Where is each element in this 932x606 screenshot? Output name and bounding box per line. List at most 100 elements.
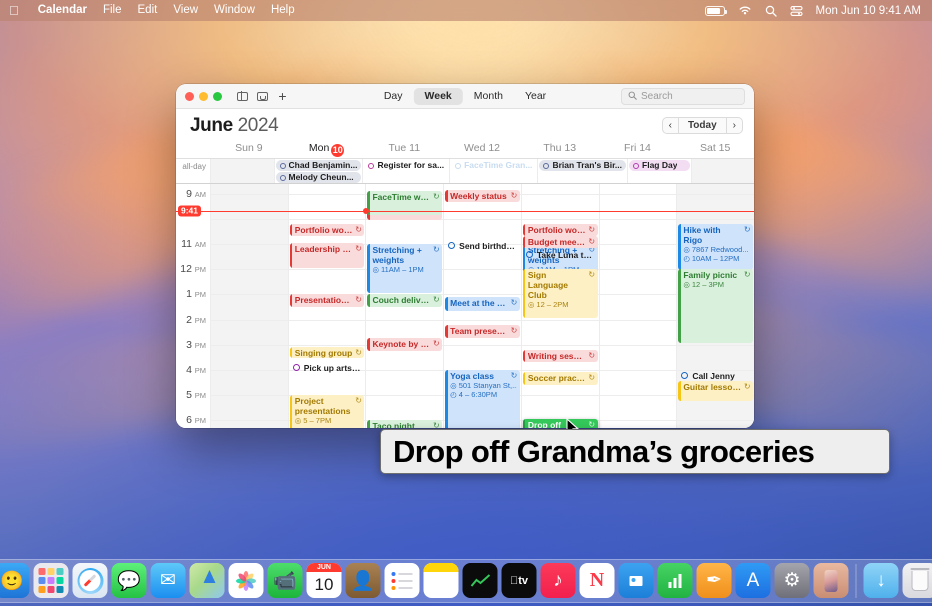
calendar-event[interactable]: Meet at the res... ↻	[445, 296, 520, 311]
calendar-event[interactable]: Hike with Rigo ◎ 7867 Redwood... ◴ 10AM – 12…	[678, 223, 754, 271]
calendar-event[interactable]: Portfolio work... ↻	[289, 223, 365, 237]
add-event-button[interactable]: +	[274, 89, 291, 104]
dock-item-maps[interactable]	[189, 563, 225, 598]
menu-item-edit[interactable]: Edit	[130, 0, 166, 21]
menu-bar-clock[interactable]: Mon Jun 10 9:41 AM	[816, 5, 921, 17]
dock-item-iphone-mirroring[interactable]	[813, 563, 849, 598]
tab-week[interactable]: Week	[413, 87, 463, 105]
day-column-2[interactable]: Meet for coffee↻Artist worksho...↻FaceTi…	[365, 184, 444, 428]
all-day-event[interactable]: Register for sa...	[364, 160, 449, 171]
all-day-event[interactable]: Melody Cheun...	[275, 172, 362, 183]
dock-item-notes[interactable]	[423, 563, 459, 598]
dock-item-safari[interactable]	[72, 563, 108, 598]
reminder-circle-icon[interactable]	[448, 242, 456, 250]
calendar-event[interactable]: Singing group ↻	[289, 347, 365, 359]
dock-item-app-store[interactable]: A	[735, 563, 771, 598]
dock-item-photos[interactable]	[228, 563, 264, 598]
calendar-event[interactable]: Stretching + weights◎11AM – 1PM ↻	[367, 243, 443, 293]
reminder-circle-icon[interactable]	[292, 364, 300, 372]
calendar-event[interactable]: Keynote by Ja... ↻	[367, 338, 443, 351]
reminder-circle-icon[interactable]	[681, 372, 689, 380]
next-week-button[interactable]: ›	[727, 118, 742, 133]
dock-item-stocks[interactable]	[462, 563, 498, 598]
calendar-event[interactable]: Soccer practice ↻	[522, 372, 598, 385]
calendar-event[interactable]: Call Jenny	[678, 370, 753, 381]
all-day-event[interactable]: FaceTime Gran...	[451, 160, 537, 171]
calendar-event[interactable]: Sign Language Club ◎ 12 – 2PM ↻	[522, 269, 598, 319]
dock-item-contacts[interactable]: 👤	[345, 563, 381, 598]
sidebar-toggle-icon[interactable]	[234, 89, 251, 104]
all-day-cell-1[interactable]: Chad Benjamin... Melody Cheun...	[273, 159, 363, 183]
dock-item-system-settings[interactable]: ⚙	[774, 563, 810, 598]
menu-item-calendar[interactable]: Calendar	[30, 0, 95, 21]
week-grid[interactable]: 9 AM11 AM12 PM1 PM2 PM3 PM4 PM5 PM6 PM7 …	[176, 184, 754, 428]
apple-logo-icon[interactable]: 	[9, 4, 19, 17]
menu-item-help[interactable]: Help	[263, 0, 303, 21]
calendar-event[interactable]: Presentation p... ↻	[289, 294, 365, 307]
calendar-event[interactable]: Weekly status ↻	[445, 189, 520, 203]
search-icon[interactable]	[765, 5, 777, 17]
calendar-event[interactable]: Yoga class ◎ 501 Stanyan St,... ◴ 4 – 6:30PM…	[445, 369, 520, 428]
calendar-event[interactable]: Budget meeting ↻	[522, 236, 598, 248]
day-column-4[interactable]: Portfolio work...↻Stretching + weights◎1…	[520, 184, 599, 428]
all-day-cell-4[interactable]: Brian Tran's Bir...	[537, 159, 628, 183]
inbox-icon[interactable]	[254, 89, 271, 104]
dock-item-messages[interactable]: 💬	[111, 563, 147, 598]
dock-item-music[interactable]: ♪	[540, 563, 576, 598]
dock-item-keynote[interactable]	[618, 563, 654, 598]
day-header-5[interactable]: Fri 14	[599, 142, 677, 158]
dock-item-launchpad[interactable]	[33, 563, 69, 598]
previous-week-button[interactable]: ‹	[663, 118, 678, 133]
minimize-button[interactable]	[199, 91, 208, 101]
all-day-cell-3[interactable]: FaceTime Gran...	[449, 159, 538, 183]
calendar-event[interactable]: Writing sessio... ↻	[522, 349, 598, 363]
menu-item-window[interactable]: Window	[206, 0, 263, 21]
close-button[interactable]	[185, 91, 194, 101]
battery-icon[interactable]	[704, 5, 727, 16]
calendar-event[interactable]: Portfolio work... ↻	[522, 223, 598, 237]
day-column-3[interactable]: Weekly status ↻ Send birthday... Meet at th…	[443, 184, 521, 428]
reminder-circle-icon[interactable]	[525, 251, 533, 259]
day-header-3[interactable]: Wed 12	[443, 142, 521, 158]
calendar-event[interactable]: Leadership skil... ↻	[289, 242, 365, 268]
calendar-event[interactable]: Take Luna to th...	[523, 249, 598, 260]
all-day-cell-5[interactable]: Flag Day	[627, 159, 691, 183]
all-day-cell-2[interactable]: Register for sa...	[362, 159, 450, 183]
calendar-event[interactable]: Family picnic ◎ 12 – 3PM ↻	[678, 269, 754, 344]
day-header-4[interactable]: Thu 13	[521, 142, 599, 158]
control-center-icon[interactable]	[789, 5, 803, 17]
dock-item-reminders[interactable]	[384, 563, 420, 598]
day-column-5[interactable]: Kids' movie night↻	[598, 184, 677, 428]
dock-item-pages[interactable]: ✒	[696, 563, 732, 598]
tab-year[interactable]: Year	[514, 88, 557, 105]
dock-item-facetime[interactable]: 📹	[267, 563, 303, 598]
zoom-button[interactable]	[213, 91, 222, 101]
search-input[interactable]: Search	[621, 88, 745, 105]
tab-day[interactable]: Day	[373, 88, 414, 105]
day-header-1[interactable]: Mon 10	[288, 142, 366, 158]
calendar-event[interactable]: Project presentations ◎ 5 – 7PM ↻	[289, 395, 365, 428]
tab-month[interactable]: Month	[463, 88, 514, 105]
day-column-0[interactable]	[210, 184, 288, 428]
all-day-event[interactable]: Flag Day	[629, 160, 690, 171]
all-day-cell-6[interactable]	[690, 159, 754, 183]
today-button[interactable]: Today	[677, 118, 727, 133]
day-header-6[interactable]: Sat 15	[676, 142, 754, 158]
all-day-cell-0[interactable]	[210, 159, 274, 183]
all-day-event[interactable]: Chad Benjamin...	[275, 160, 362, 171]
dock-item-apple-tv[interactable]: tv	[501, 563, 537, 598]
dock-item-numbers[interactable]	[657, 563, 693, 598]
calendar-event[interactable]: Pick up arts &...	[290, 362, 365, 373]
dock-item-downloads-folder[interactable]: ↓	[863, 563, 899, 598]
menu-item-view[interactable]: View	[165, 0, 206, 21]
calendar-event[interactable]: Guitar lessons... ↻	[678, 381, 754, 402]
day-header-0[interactable]: Sun 9	[210, 142, 288, 158]
menu-item-file[interactable]: File	[95, 0, 130, 21]
day-column-6[interactable]: Hike with Rigo ◎ 7867 Redwood... ◴ 10AM – 12…	[676, 184, 754, 428]
dock-item-news[interactable]: N	[579, 563, 615, 598]
wifi-icon[interactable]	[738, 5, 752, 16]
calendar-event[interactable]: Send birthday...	[445, 240, 520, 251]
calendar-event[interactable]: Couch delivery ↻	[367, 294, 443, 307]
dock-item-trash[interactable]	[902, 563, 932, 598]
day-header-2[interactable]: Tue 11	[365, 142, 443, 158]
